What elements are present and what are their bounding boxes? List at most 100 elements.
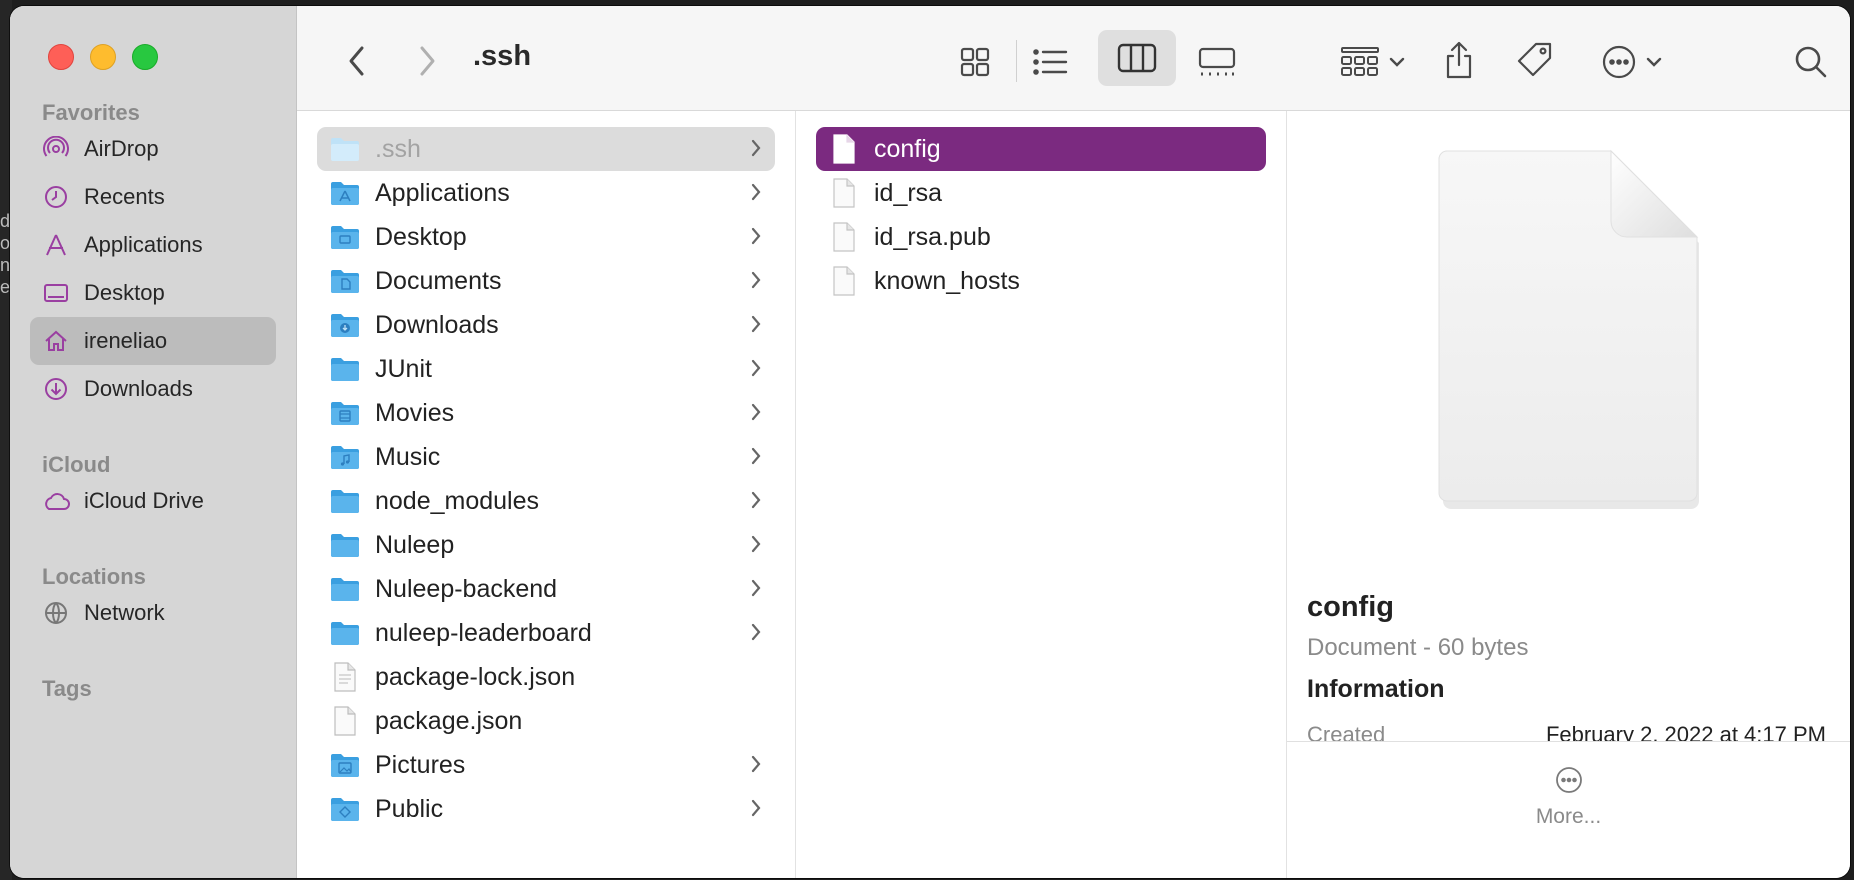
sidebar-heading-favorites: Favorites [42, 100, 140, 125]
group-by-button[interactable] [1333, 36, 1413, 88]
item-name: Applications [375, 178, 510, 207]
sidebar-item-applications[interactable]: Applications [30, 221, 276, 269]
list-item[interactable]: Applications [317, 171, 775, 215]
document-icon [828, 222, 860, 252]
chevron-right-icon [749, 577, 763, 604]
list-item[interactable]: Pictures [317, 743, 775, 787]
desktop-folder-icon [329, 222, 361, 252]
list-item[interactable]: Desktop [317, 215, 775, 259]
list-item[interactable]: .ssh [317, 127, 775, 171]
ellipsis-circle-icon [1555, 767, 1582, 793]
list-item[interactable]: Public [317, 787, 775, 831]
chevron-right-icon [749, 225, 763, 252]
more-actions-button[interactable] [1589, 36, 1675, 88]
applications-folder-icon [329, 178, 361, 208]
list-item[interactable]: Nuleep [317, 523, 775, 567]
sidebar-item-label: ireneliao [84, 328, 168, 353]
cloud-icon [42, 487, 70, 515]
back-button[interactable] [337, 40, 377, 82]
clock-icon [42, 183, 70, 211]
list-item[interactable]: package-lock.json [317, 655, 775, 699]
icon-view-button[interactable] [947, 36, 1003, 88]
list-view-button[interactable] [1022, 36, 1078, 88]
forward-button[interactable] [407, 40, 447, 82]
search-button[interactable] [1785, 36, 1837, 88]
preview-file-name: config [1307, 591, 1394, 623]
list-item[interactable]: Downloads [317, 303, 775, 347]
list-item[interactable]: id_rsa [816, 171, 1266, 215]
minimize-window-button[interactable] [90, 44, 116, 70]
list-item[interactable]: Documents [317, 259, 775, 303]
movies-folder-icon [329, 398, 361, 428]
share-icon [1446, 41, 1472, 79]
home-icon [42, 327, 70, 355]
list-item[interactable]: Nuleep-backend [317, 567, 775, 611]
sidebar-item-label: AirDrop [84, 136, 159, 161]
gallery-view-icon [1198, 47, 1236, 76]
sidebar-item-desktop[interactable]: Desktop [30, 269, 276, 317]
folder-icon [329, 618, 361, 648]
list-item[interactable]: JUnit [317, 347, 775, 391]
document-icon [828, 134, 860, 164]
list-item[interactable]: nuleep-leaderboard [317, 611, 775, 655]
chevron-right-icon [749, 445, 763, 472]
list-item[interactable]: Music [317, 435, 775, 479]
list-item[interactable]: Movies [317, 391, 775, 435]
desktop-icon [42, 279, 70, 307]
download-icon [42, 375, 70, 403]
chevron-right-icon [749, 269, 763, 296]
item-name: node_modules [375, 486, 540, 515]
grid-view-icon [960, 47, 990, 77]
list-item[interactable]: id_rsa.pub [816, 215, 1266, 259]
window-title: .ssh [473, 40, 532, 72]
downloads-folder-icon [329, 310, 361, 340]
sidebar-item-airdrop[interactable]: AirDrop [30, 125, 276, 173]
sidebar-item-label: Network [84, 600, 165, 625]
list-item[interactable]: known_hosts [816, 259, 1266, 303]
sidebar-item-icloud-drive[interactable]: iCloud Drive [30, 477, 276, 525]
zoom-window-button[interactable] [132, 44, 158, 70]
folder-icon [329, 134, 361, 164]
item-name: Public [375, 794, 444, 823]
list-item[interactable]: node_modules [317, 479, 775, 523]
item-name: package.json [375, 706, 523, 735]
preview-pane: config Document - 60 bytes Information C… [1287, 111, 1850, 878]
sidebar-item-recents[interactable]: Recents [30, 173, 276, 221]
browser-column-home: .ssh Applications Desktop Documents Down… [297, 111, 796, 878]
list-item[interactable]: config [816, 127, 1266, 171]
sidebar-item-label: iCloud Drive [84, 488, 204, 513]
group-icon [1341, 47, 1379, 76]
chevron-right-icon [749, 797, 763, 824]
music-folder-icon [329, 442, 361, 472]
share-button[interactable] [1431, 32, 1487, 88]
chevron-right-icon [749, 357, 763, 384]
folder-icon [329, 574, 361, 604]
item-name: JUnit [375, 354, 432, 383]
documents-folder-icon [329, 266, 361, 296]
window-controls [48, 44, 158, 70]
document-icon [329, 662, 361, 692]
item-name: Nuleep [375, 530, 455, 559]
list-item[interactable]: package.json [317, 699, 775, 743]
close-window-button[interactable] [48, 44, 74, 70]
metadata-scroll-area[interactable]: Created February 2, 2022 at 4:17 PM [1287, 711, 1850, 741]
item-name: nuleep-leaderboard [375, 618, 592, 647]
preview-divider [1287, 741, 1850, 742]
sidebar-item-home[interactable]: ireneliao [30, 317, 276, 365]
sidebar-item-downloads[interactable]: Downloads [30, 365, 276, 413]
browser-column-ssh: config id_rsa id_rsa.pub known_hosts [796, 111, 1287, 878]
pictures-folder-icon [329, 750, 361, 780]
tags-button[interactable] [1507, 32, 1563, 88]
item-name: Downloads [375, 310, 499, 339]
column-view-button[interactable] [1098, 30, 1176, 86]
item-name: Music [375, 442, 441, 471]
sidebar-item-network[interactable]: Network [30, 589, 276, 637]
chevron-right-icon [749, 489, 763, 516]
item-name: Pictures [375, 750, 466, 779]
chevron-right-icon [749, 621, 763, 648]
gallery-view-button[interactable] [1189, 36, 1245, 88]
created-label: Created [1307, 722, 1386, 741]
folder-icon [329, 486, 361, 516]
chevron-left-icon [349, 46, 364, 76]
more-button[interactable]: More... [1287, 753, 1850, 853]
